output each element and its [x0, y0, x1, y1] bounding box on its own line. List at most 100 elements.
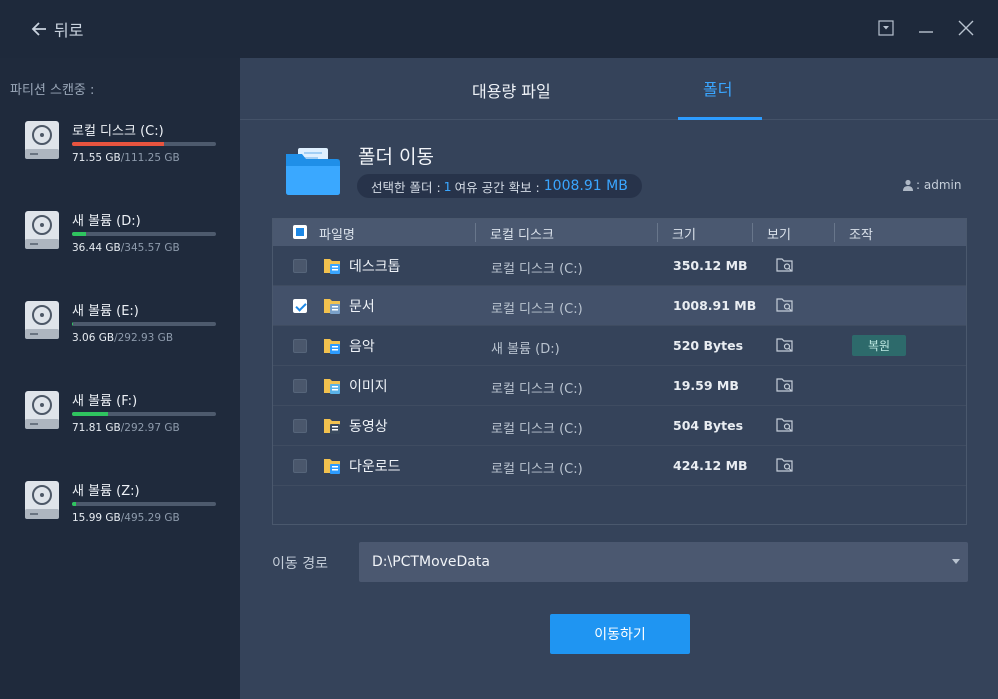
folder-location: 로컬 디스크 (C:)	[491, 462, 583, 477]
drive-total: /345.57 GB	[120, 242, 180, 254]
main-panel: 대용량 파일 폴더 폴더 이동 선택한 폴더 : 1 여유 공간 확보 : 10…	[240, 58, 998, 699]
drive-item[interactable]: 새 볼륨 (Z:) 15.99 GB/495.29 GB	[24, 480, 224, 540]
row-checkbox[interactable]	[293, 419, 307, 433]
drive-name: 새 볼륨 (F:)	[72, 394, 138, 409]
table-row[interactable]: 문서 로컬 디스크 (C:) 1008.91 MB	[273, 286, 966, 326]
drive-usage: 36.44 GB/345.57 GB	[72, 242, 180, 254]
space-value: 1008.91 MB	[543, 178, 628, 194]
row-checkbox[interactable]	[293, 379, 307, 393]
close-icon	[958, 20, 974, 36]
table-row[interactable]: 다운로드 로컬 디스크 (C:) 424.12 MB	[273, 446, 966, 486]
drive-usage-bar	[72, 412, 216, 416]
drive-used: 71.55 GB	[72, 152, 121, 164]
space-label: 여유 공간 확보 :	[454, 179, 540, 195]
title-bar: 뒤로	[0, 0, 998, 58]
view-folder-icon[interactable]	[776, 377, 794, 393]
drive-item[interactable]: 새 볼륨 (D:) 36.44 GB/345.57 GB	[24, 210, 224, 270]
back-label: 뒤로	[54, 21, 84, 40]
view-folder-icon[interactable]	[776, 297, 794, 313]
folder-size: 1008.91 MB	[673, 298, 757, 313]
videos-folder-icon	[324, 419, 340, 434]
restore-button[interactable]: 복원	[852, 335, 906, 356]
folder-location: 로컬 디스크 (C:)	[491, 302, 583, 317]
column-action: 조작	[849, 228, 873, 243]
documents-folder-icon	[324, 299, 340, 314]
folder-name: 문서	[349, 299, 375, 315]
drive-usage-fill	[72, 322, 74, 326]
tab-bar: 대용량 파일 폴더	[240, 58, 998, 120]
back-button[interactable]: 뒤로	[30, 17, 83, 41]
close-button[interactable]	[955, 17, 977, 39]
chevron-down-icon	[952, 559, 960, 564]
pictures-folder-icon	[324, 379, 340, 394]
drive-usage-bar	[72, 232, 216, 236]
column-divider	[657, 223, 658, 242]
drive-total: /495.29 GB	[120, 512, 180, 524]
view-folder-icon[interactable]	[776, 257, 794, 273]
folder-table: 파일명 로컬 디스크 크기 보기 조작 데스크톱 로컬 디스크 (C:) 350.1…	[272, 218, 967, 525]
column-size: 크기	[672, 228, 696, 243]
user-name: : admin	[916, 178, 962, 192]
drive-usage: 71.55 GB/111.25 GB	[72, 152, 180, 164]
view-folder-icon[interactable]	[776, 337, 794, 353]
hard-drive-icon	[25, 481, 59, 519]
drive-usage-bar	[72, 322, 216, 326]
table-row[interactable]: 데스크톱 로컬 디스크 (C:) 350.12 MB	[273, 246, 966, 286]
column-location: 로컬 디스크	[490, 228, 554, 243]
folder-location: 새 볼륨 (D:)	[491, 342, 560, 357]
move-button[interactable]: 이동하기	[550, 614, 690, 654]
hard-drive-icon	[25, 301, 59, 339]
drive-usage-bar	[72, 142, 216, 146]
drive-item[interactable]: 새 볼륨 (E:) 3.06 GB/292.93 GB	[24, 300, 224, 360]
row-checkbox[interactable]	[293, 459, 307, 473]
folder-size: 424.12 MB	[673, 458, 748, 473]
drive-total: /292.93 GB	[114, 332, 174, 344]
drive-name: 로컬 디스크 (C:)	[72, 124, 164, 139]
folder-size: 350.12 MB	[673, 258, 748, 273]
path-label: 이동 경로	[272, 556, 328, 572]
folder-size: 520 Bytes	[673, 338, 744, 353]
music-folder-icon	[324, 339, 340, 354]
drive-total: /111.25 GB	[120, 152, 180, 164]
column-divider	[834, 223, 835, 242]
view-folder-icon[interactable]	[776, 417, 794, 433]
tab-large-files[interactable]: 대용량 파일	[472, 78, 551, 102]
dropdown-menu-button[interactable]	[875, 17, 897, 39]
drive-usage-bar	[72, 502, 216, 506]
active-tab-indicator	[678, 117, 762, 120]
folder-location: 로컬 디스크 (C:)	[491, 262, 583, 277]
select-all-checkbox[interactable]	[293, 225, 307, 239]
table-row[interactable]: 동영상 로컬 디스크 (C:) 504 Bytes	[273, 406, 966, 446]
folder-name: 이미지	[349, 379, 388, 395]
drive-usage: 15.99 GB/495.29 GB	[72, 512, 180, 524]
sidebar: 파티션 스캔중 : 로컬 디스크 (C:) 71.55 GB/111.25 GB 새…	[0, 58, 240, 699]
table-row[interactable]: 이미지 로컬 디스크 (C:) 19.59 MB	[273, 366, 966, 406]
minimize-button[interactable]	[915, 17, 937, 39]
drive-used: 3.06 GB	[72, 332, 115, 344]
arrow-left-icon	[31, 22, 46, 36]
hard-drive-icon	[25, 211, 59, 249]
table-header: 파일명 로컬 디스크 크기 보기 조작	[273, 219, 966, 246]
drive-used: 36.44 GB	[72, 242, 121, 254]
column-name: 파일명	[319, 228, 355, 243]
drive-usage: 71.81 GB/292.97 GB	[72, 422, 180, 434]
column-divider	[475, 223, 476, 242]
tab-folder[interactable]: 폴더	[703, 76, 732, 100]
user-info: : admin	[902, 178, 961, 192]
row-checkbox[interactable]	[293, 259, 307, 273]
path-select[interactable]: D:\PCTMoveData	[359, 542, 968, 582]
drive-usage: 3.06 GB/292.93 GB	[72, 332, 173, 344]
user-icon	[903, 179, 913, 191]
folder-location: 로컬 디스크 (C:)	[491, 382, 583, 397]
drive-usage-fill	[72, 232, 87, 236]
folder-name: 동영상	[349, 419, 388, 435]
sidebar-title: 파티션 스캔중 :	[10, 83, 95, 98]
folder-size: 19.59 MB	[673, 378, 739, 393]
row-checkbox[interactable]	[293, 299, 307, 313]
view-folder-icon[interactable]	[776, 457, 794, 473]
drive-item[interactable]: 로컬 디스크 (C:) 71.55 GB/111.25 GB	[24, 120, 224, 180]
drive-total: /292.97 GB	[120, 422, 180, 434]
row-checkbox[interactable]	[293, 339, 307, 353]
drive-item[interactable]: 새 볼륨 (F:) 71.81 GB/292.97 GB	[24, 390, 224, 450]
table-row[interactable]: 음악 새 볼륨 (D:) 520 Bytes 복원	[273, 326, 966, 366]
